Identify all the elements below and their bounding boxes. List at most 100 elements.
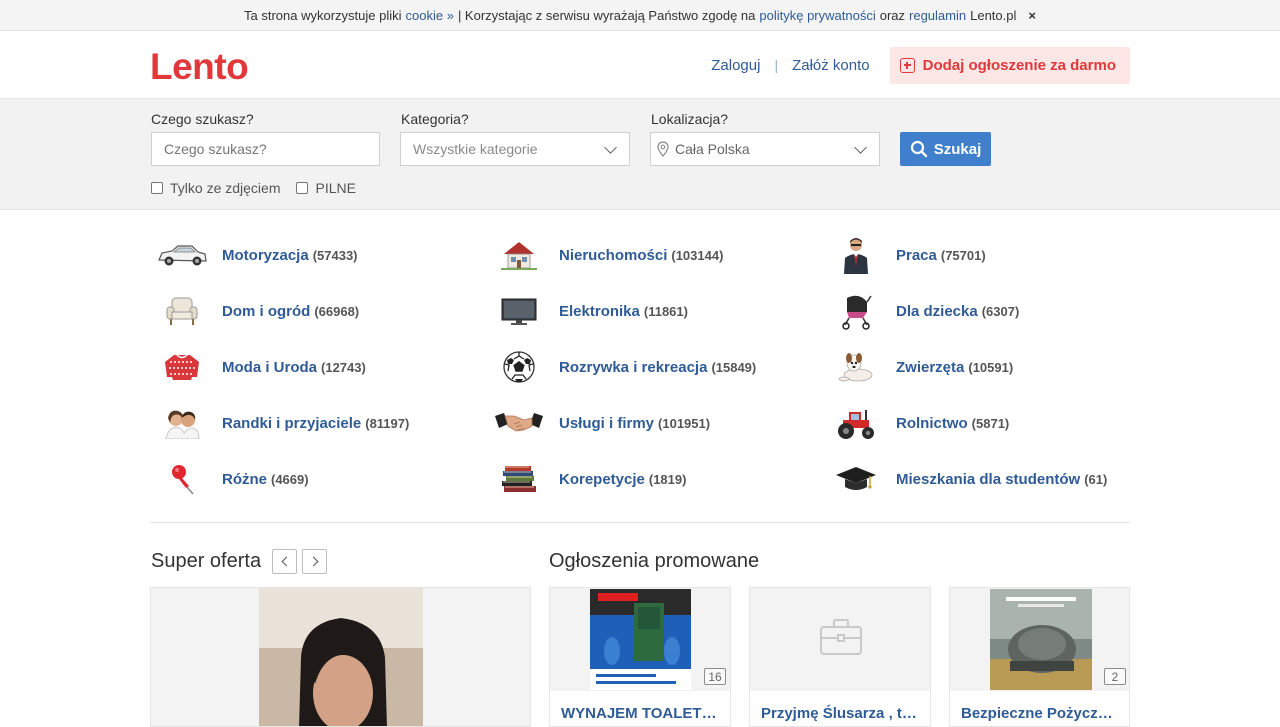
- privacy-policy-link[interactable]: politykę prywatności: [759, 8, 875, 23]
- search-button-label: Szukaj: [933, 140, 982, 158]
- logo[interactable]: Lento: [150, 46, 249, 88]
- category-count: (5871): [971, 415, 1010, 431]
- listing-title[interactable]: Bezpieczne Pożyczki ...: [950, 691, 1129, 726]
- category-name: Moda i Uroda: [222, 358, 318, 376]
- offer-photo: [259, 588, 423, 726]
- category-name: Mieszkania dla studentów: [896, 470, 1081, 488]
- category-name: Korepetycje: [559, 470, 645, 488]
- register-link[interactable]: Załóż konto: [792, 57, 870, 74]
- photo-count-badge: 16: [704, 668, 726, 685]
- header: Lento Zaloguj | Załóż konto Dodaj ogłosz…: [0, 31, 1280, 99]
- category-count: (101951): [658, 415, 711, 431]
- listing-title[interactable]: WYNAJEM TOALET or...: [550, 691, 730, 726]
- category-item[interactable]: Różne (4669): [156, 451, 309, 507]
- category-item[interactable]: Rolnictwo (5871): [830, 395, 1009, 451]
- handshake-icon: [493, 403, 545, 443]
- previous-arrow-icon[interactable]: [272, 549, 297, 574]
- location-pin-icon: [657, 141, 669, 157]
- category-item[interactable]: Elektronika (11861): [493, 283, 688, 339]
- graduation-cap-icon: [830, 459, 882, 499]
- category-item[interactable]: Nieruchomości (103144): [493, 227, 723, 283]
- category-count: (66968): [314, 303, 360, 319]
- armchair-icon: [156, 291, 208, 331]
- add-listing-label: Dodaj ogłoszenie za darmo: [922, 56, 1116, 74]
- chevron-down-icon: [854, 141, 867, 154]
- category-name: Motoryzacja: [222, 246, 309, 264]
- listing-photo: [590, 589, 691, 690]
- promoted-card[interactable]: Przyjmę Ślusarza , to...: [749, 587, 931, 727]
- search-panel: Czego szukasz? Kategoria? Wszystkie kate…: [0, 99, 1280, 210]
- location-select[interactable]: Cała Polska: [650, 132, 880, 166]
- cookie-site-name: Lento.pl: [970, 7, 1017, 23]
- category-item[interactable]: Rozrywka i rekreacja (15849): [493, 339, 756, 395]
- urgent-checkbox[interactable]: [296, 182, 309, 194]
- category-count: (15849): [711, 359, 757, 375]
- briefcase-icon: [820, 619, 862, 655]
- photo-count-badge: 2: [1104, 668, 1126, 685]
- category-name: Różne: [222, 470, 267, 488]
- login-link[interactable]: Zaloguj: [711, 57, 760, 74]
- category-select[interactable]: Wszystkie kategorie: [400, 132, 630, 166]
- category-name: Rozrywka i rekreacja: [559, 358, 708, 376]
- category-count: (81197): [365, 415, 410, 431]
- category-name: Dla dziecka: [896, 302, 978, 320]
- listing-title[interactable]: Przyjmę Ślusarza , to...: [750, 691, 930, 726]
- category-value: Wszystkie kategorie: [413, 141, 538, 157]
- only-photos-checkbox[interactable]: [151, 182, 163, 194]
- pushpin-icon: [156, 459, 208, 499]
- location-label: Lokalizacja?: [651, 111, 729, 127]
- only-photos-filter[interactable]: Tylko ze zdjęciem: [151, 180, 280, 196]
- house-icon: [493, 235, 545, 275]
- tractor-icon: [830, 403, 882, 443]
- category-count: (6307): [981, 303, 1020, 319]
- category-item[interactable]: Randki i przyjaciele (81197): [156, 395, 409, 451]
- couple-icon: [156, 403, 208, 443]
- cookie-text-3: oraz: [879, 7, 906, 23]
- category-name: Elektronika: [559, 302, 640, 320]
- search-filters: Tylko ze zdjęciem PILNE: [151, 180, 356, 196]
- businessman-icon: [830, 235, 882, 275]
- section-divider: [150, 522, 1130, 523]
- category-item[interactable]: Korepetycje (1819): [493, 451, 686, 507]
- add-listing-button[interactable]: Dodaj ogłoszenie za darmo: [889, 46, 1130, 84]
- promoted-card[interactable]: 16 WYNAJEM TOALET or...: [549, 587, 731, 727]
- category-count: (57433): [312, 247, 358, 263]
- category-label: Kategoria?: [401, 111, 469, 127]
- category-count: (75701): [940, 247, 986, 263]
- category-item[interactable]: Usługi i firmy (101951): [493, 395, 710, 451]
- category-name: Zwierzęta: [896, 358, 965, 376]
- category-name: Usługi i firmy: [559, 414, 655, 432]
- category-name: Praca: [896, 246, 937, 264]
- close-icon[interactable]: ×: [1028, 8, 1036, 23]
- category-name: Nieruchomości: [559, 246, 668, 264]
- sweater-icon: [156, 347, 208, 387]
- category-name: Dom i ogród: [222, 302, 311, 320]
- listing-photo: [990, 589, 1092, 690]
- category-count: (4669): [271, 471, 309, 487]
- query-label: Czego szukasz?: [151, 111, 254, 127]
- search-button[interactable]: Szukaj: [900, 132, 991, 166]
- category-name: Rolnictwo: [896, 414, 968, 432]
- category-item[interactable]: Dom i ogród (66968): [156, 283, 359, 339]
- cookie-bar: Ta strona wykorzystuje pliki cookie » | …: [0, 0, 1280, 31]
- promoted-card[interactable]: 2 Bezpieczne Pożyczki ...: [949, 587, 1130, 727]
- super-offer-card[interactable]: [150, 587, 531, 727]
- header-nav: Zaloguj | Załóż konto Dodaj ogłoszenie z…: [711, 46, 1130, 84]
- next-arrow-icon[interactable]: [302, 549, 327, 574]
- cookie-text: Ta strona wykorzystuje pliki: [244, 7, 402, 23]
- category-item[interactable]: Zwierzęta (10591): [830, 339, 1013, 395]
- category-count: (10591): [968, 359, 1014, 375]
- category-item[interactable]: Praca (75701): [830, 227, 986, 283]
- cookie-text-2: | Korzystając z serwisu wyrażają Państwo…: [457, 7, 756, 23]
- cookie-link[interactable]: cookie »: [406, 8, 454, 23]
- category-item[interactable]: Dla dziecka (6307): [830, 283, 1019, 339]
- super-offer-title: Super oferta: [151, 550, 262, 572]
- urgent-filter[interactable]: PILNE: [296, 180, 356, 196]
- terms-link[interactable]: regulamin: [909, 8, 966, 23]
- category-item[interactable]: Mieszkania dla studentów (61): [830, 451, 1107, 507]
- search-input[interactable]: [151, 132, 380, 166]
- category-item[interactable]: Motoryzacja (57433): [156, 227, 358, 283]
- category-item[interactable]: Moda i Uroda (12743): [156, 339, 366, 395]
- car-icon: [156, 235, 208, 275]
- urgent-label: PILNE: [315, 180, 356, 196]
